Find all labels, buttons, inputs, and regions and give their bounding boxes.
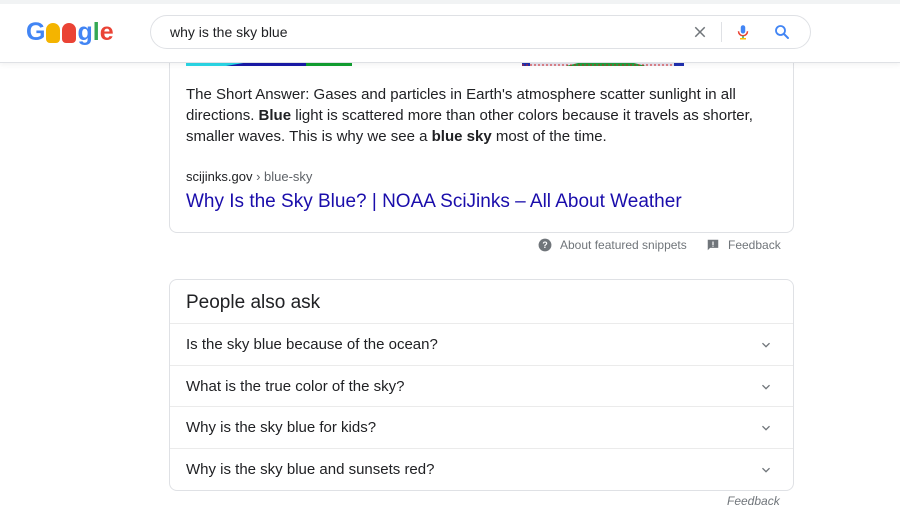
feedback-label: Feedback bbox=[728, 238, 781, 252]
close-icon[interactable] bbox=[691, 23, 709, 41]
chevron-down-icon[interactable] bbox=[758, 462, 774, 478]
snippet-bold-text: Blue bbox=[258, 107, 292, 124]
result-title-link[interactable]: Why Is the Sky Blue? | NOAA SciJinks – A… bbox=[186, 191, 682, 213]
search-input[interactable]: why is the sky blue bbox=[170, 24, 288, 40]
paa-question: Why is the sky blue and sunsets red? bbox=[186, 461, 435, 478]
paa-question-row[interactable]: Why is the sky blue and sunsets red? bbox=[170, 448, 793, 490]
paa-question-row[interactable]: Why is the sky blue for kids? bbox=[170, 406, 793, 448]
result-cite: scijinks.gov › blue-sky bbox=[186, 169, 312, 184]
search-header: Ggle why is the sky blue bbox=[0, 0, 900, 63]
chevron-down-icon[interactable] bbox=[758, 379, 774, 395]
about-snippets-label: About featured snippets bbox=[560, 238, 687, 252]
snippet-text: The Short Answer: Gases and particles in… bbox=[186, 84, 776, 147]
paa-feedback-link[interactable]: Feedback bbox=[727, 494, 780, 508]
paa-question: What is the true color of the sky? bbox=[186, 378, 405, 395]
cite-breadcrumb: › blue-sky bbox=[252, 169, 313, 184]
search-divider bbox=[721, 22, 722, 42]
svg-text:?: ? bbox=[542, 240, 547, 250]
snippet-bold-text: blue sky bbox=[431, 128, 492, 145]
about-featured-snippets-link[interactable]: ? About featured snippets bbox=[538, 237, 687, 253]
search-box[interactable]: why is the sky blue bbox=[150, 15, 811, 49]
microphone-icon[interactable] bbox=[734, 23, 752, 41]
google-doodle-logo-icon[interactable]: Ggle bbox=[26, 17, 114, 47]
paa-question-row[interactable]: What is the true color of the sky? bbox=[170, 365, 793, 407]
people-also-ask-title: People also ask bbox=[186, 292, 321, 313]
paa-question: Why is the sky blue for kids? bbox=[186, 419, 377, 436]
chevron-down-icon[interactable] bbox=[758, 420, 774, 436]
top-edge bbox=[0, 0, 900, 4]
feedback-icon bbox=[707, 239, 719, 251]
paa-question: Is the sky blue because of the ocean? bbox=[186, 336, 438, 353]
featured-snippet-card: The Short Answer: Gases and particles in… bbox=[169, 40, 794, 233]
chevron-down-icon[interactable] bbox=[758, 337, 774, 353]
paa-question-row[interactable]: Is the sky blue because of the ocean? bbox=[170, 323, 793, 365]
search-icon[interactable] bbox=[773, 23, 791, 41]
snippet-feedback-link[interactable]: Feedback bbox=[706, 237, 781, 253]
cite-domain: scijinks.gov bbox=[186, 169, 253, 184]
people-also-ask-box: People also ask Is the sky blue because … bbox=[169, 279, 794, 491]
snippet-text-part: most of the time. bbox=[491, 128, 607, 145]
help-icon: ? bbox=[538, 238, 552, 252]
